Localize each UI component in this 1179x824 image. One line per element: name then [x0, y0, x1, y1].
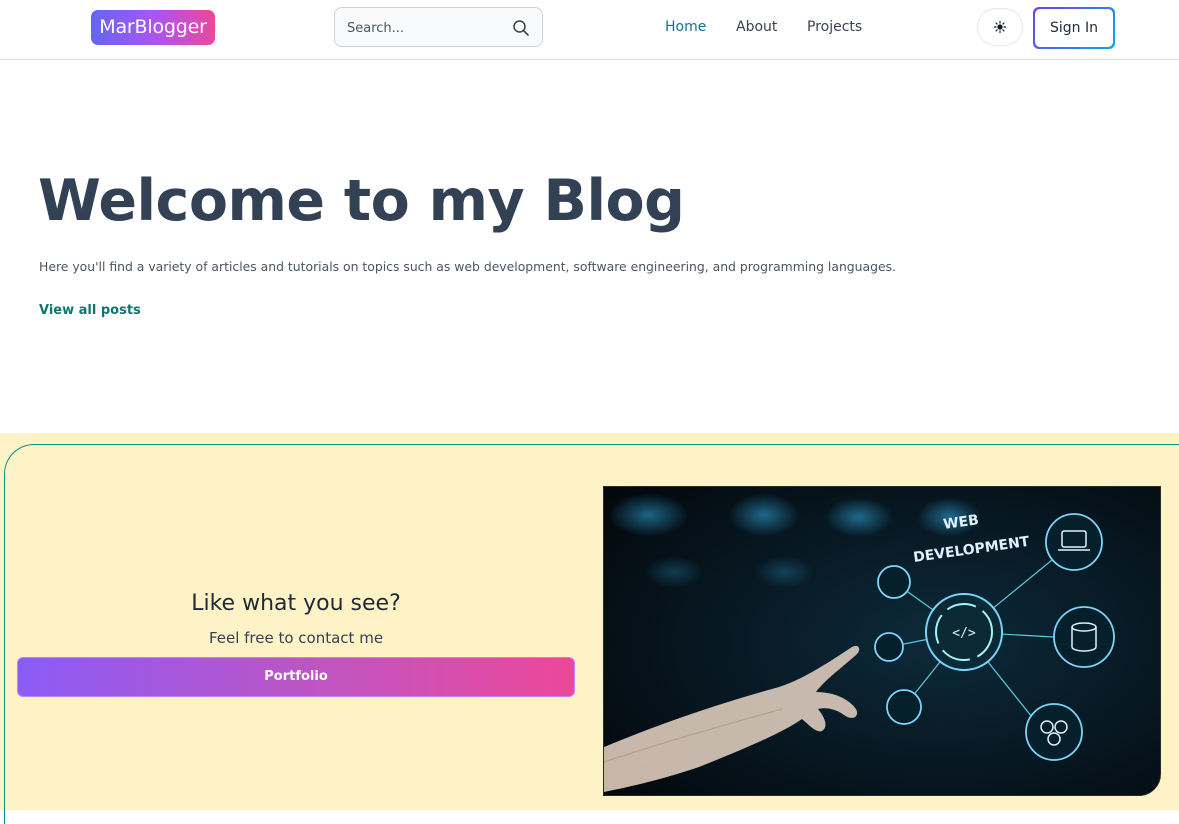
view-all-posts-link[interactable]: View all posts	[39, 303, 141, 318]
nav-link-projects[interactable]: Projects	[807, 19, 862, 35]
sun-icon	[993, 20, 1007, 33]
web-development-illustration: </> WEB DEVELOPMENT	[604, 487, 1160, 795]
cta-subtitle: Feel free to contact me	[208, 629, 384, 647]
svg-text:</>: </>	[952, 626, 976, 641]
call-to-action-section: Like what you see? Feel free to contact …	[0, 433, 1179, 824]
nav-link-home[interactable]: Home	[665, 19, 706, 35]
theme-toggle-button[interactable]	[977, 8, 1023, 46]
page-title: Welcome to my Blog	[38, 168, 685, 234]
sign-in-button[interactable]: Sign In	[1033, 7, 1115, 49]
portfolio-button[interactable]: Portfolio	[17, 657, 575, 697]
nav-link-about[interactable]: About	[736, 19, 777, 35]
hero-description: Here you'll find a variety of articles a…	[39, 259, 896, 274]
site-logo[interactable]: MarBlogger	[91, 10, 215, 45]
search-input[interactable]	[345, 8, 509, 48]
sign-in-label: Sign In	[1035, 9, 1113, 47]
search-icon[interactable]	[512, 19, 530, 37]
site-header: MarBlogger Home About Projects Sign In	[0, 0, 1179, 60]
search-box[interactable]	[334, 7, 543, 48]
cta-title: Like what you see?	[191, 591, 401, 616]
web-development-image: </> WEB DEVELOPMENT	[603, 486, 1161, 796]
